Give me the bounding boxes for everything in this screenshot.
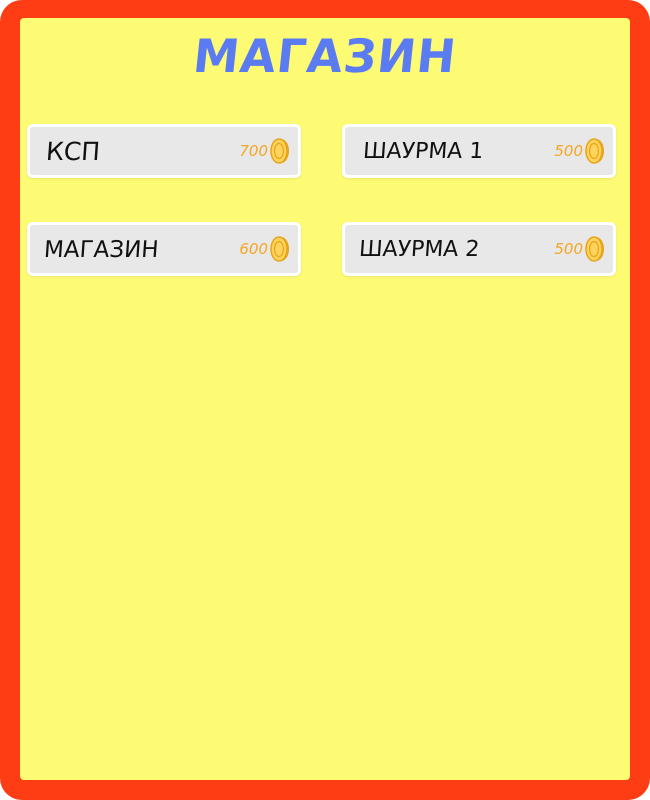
shop-item-shawarma-1[interactable]: ШАУРМА 1 500 [342,124,616,178]
item-price: 500 [554,234,605,264]
shop-item-shawarma-2[interactable]: ШАУРМА 2 500 [342,222,616,276]
item-name: КСП [45,137,102,166]
item-name: МАГАЗИН [43,237,160,263]
item-name: ШАУРМА 1 [362,139,485,164]
item-price: 500 [554,136,605,166]
item-name: ШАУРМА 2 [358,237,481,262]
price-value: 600 [239,240,268,258]
price-value: 500 [554,240,583,258]
coin-icon [585,137,605,165]
coin-icon [270,137,290,165]
price-value: 700 [239,142,268,160]
price-value: 500 [554,142,583,160]
item-price: 600 [239,234,290,264]
shop-item-magazin[interactable]: МАГАЗИН 600 [27,222,301,276]
coin-icon [270,235,290,263]
shop-title: МАГАЗИН [190,29,460,83]
coin-icon [585,235,605,263]
item-price: 700 [239,136,290,166]
shop-frame [0,0,650,800]
shop-item-ksp[interactable]: КСП 700 [27,124,301,178]
